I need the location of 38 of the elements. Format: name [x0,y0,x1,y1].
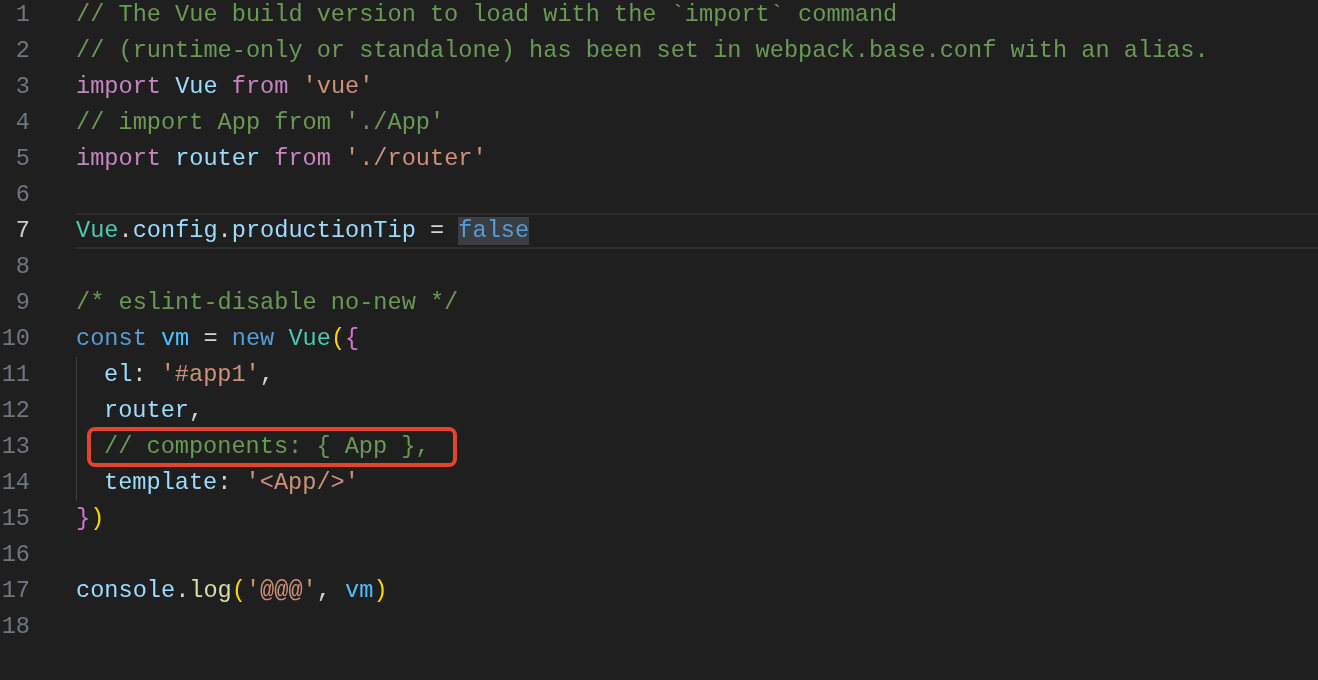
code-token: . [217,217,232,245]
line-number: 8 [14,253,30,281]
line-number: 15 [0,505,30,533]
code-token: . [118,217,133,245]
code-token: Vue [76,217,119,245]
line-number: 9 [14,289,30,317]
code-line: template: '<App/>' [104,469,359,497]
code-comment: // The Vue build version to load with the `import` command [76,1,898,29]
code-comment: // import App from './App' [76,109,445,137]
line-number: 7 [14,217,30,245]
code-comment: /* eslint-disable no-new */ [76,289,459,317]
line-number: 10 [0,325,30,353]
code-comment: // components: { App }, [104,433,430,461]
line-number: 5 [14,145,30,173]
code-line: }) [76,505,105,533]
code-line: import router from './router' [76,145,487,173]
line-number: 11 [0,361,30,389]
code-line: router, [104,397,204,425]
line-number: 3 [14,73,30,101]
line-number: 14 [0,469,30,497]
line-number: 16 [0,541,30,569]
line-number: 1 [14,1,30,29]
line-number: 6 [14,181,30,209]
line-number: 2 [14,37,30,65]
line-number: 13 [0,433,30,461]
line-number: 18 [0,613,30,641]
code-line: el: '#app1', [104,361,274,389]
line-number: 4 [14,109,30,137]
line-number: 12 [0,397,30,425]
code-token: productionTip [231,217,416,245]
code-line: import Vue from 'vue' [76,73,374,101]
code-line: const vm = new Vue({ [76,325,360,353]
code-comment: // (runtime-only or standalone) has been set in webpack.base.conf with an alias. [76,37,1209,65]
selected-text: false [458,217,530,245]
code-token: = [429,217,446,245]
line-number: 17 [0,577,30,605]
code-line: console.log('@@@', vm) [76,577,388,605]
code-token: config [132,217,218,245]
